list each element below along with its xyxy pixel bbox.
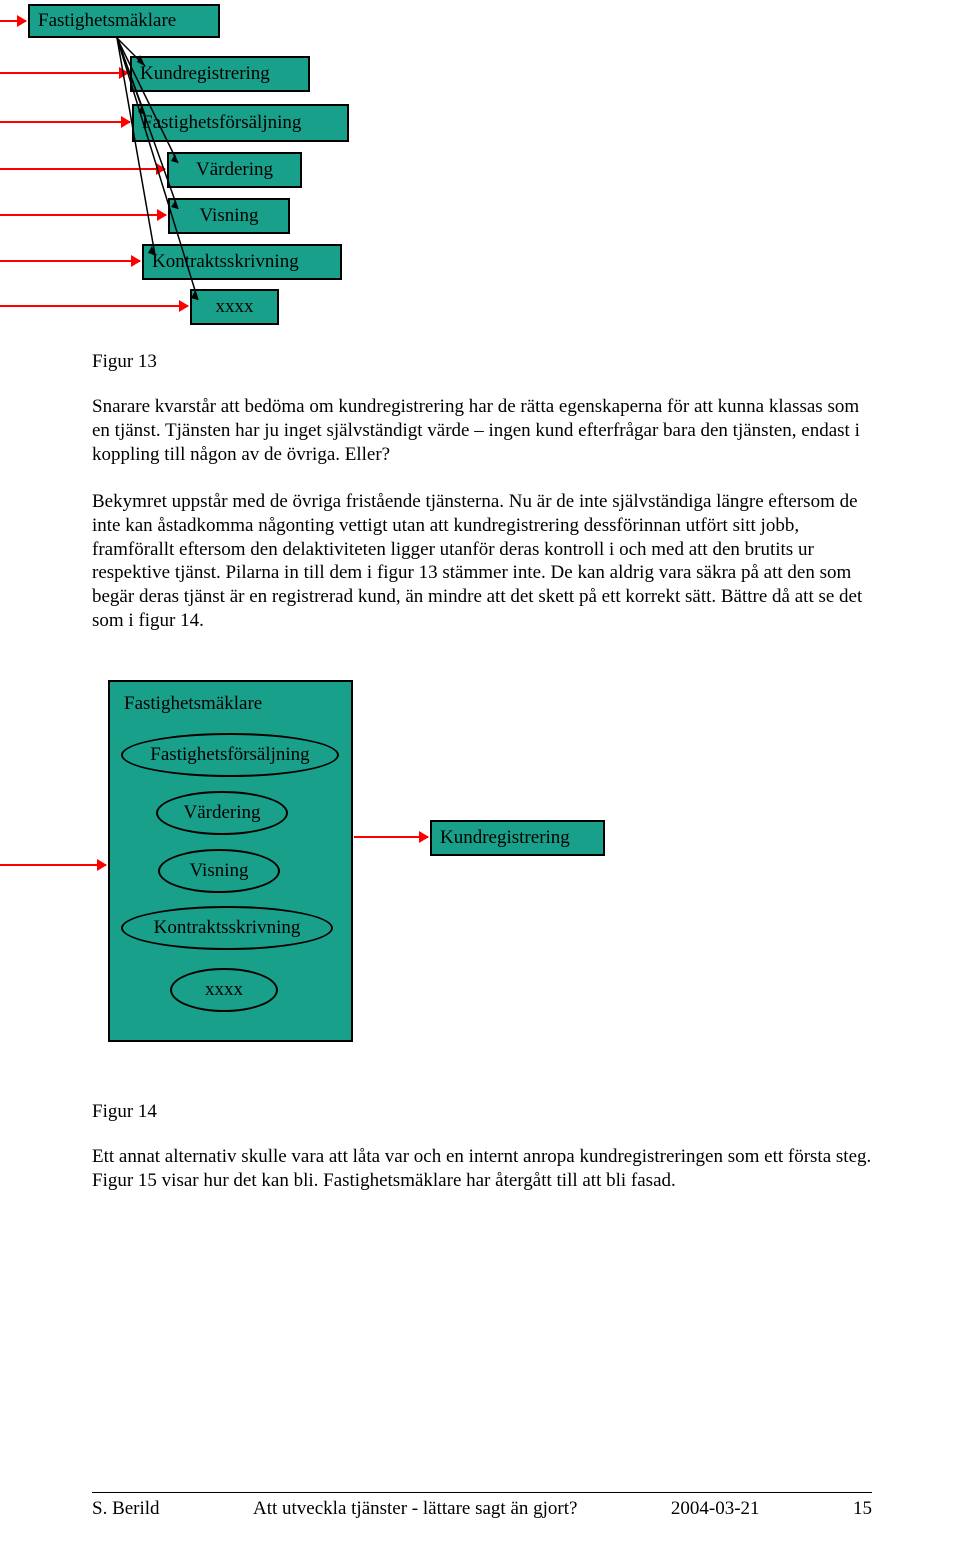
d1-child-1: Fastighetsförsäljning: [132, 104, 349, 142]
paragraph-1-text: Snarare kvarstår att bedöma om kundregis…: [92, 396, 860, 465]
paragraph-1: Snarare kvarstår att bedöma om kundregis…: [92, 395, 872, 466]
arrow-child-1-icon: [0, 121, 130, 123]
figure14-caption-text: Figur 14: [92, 1101, 157, 1122]
diagram-figure-14: Fastighetsmäklare Fastighetsförsäljning …: [0, 680, 700, 1050]
arrow-child-2-icon: [0, 168, 165, 170]
arrow-to-container-icon: [0, 864, 106, 866]
d1-root-box: Fastighetsmäklare: [28, 4, 220, 38]
arrow-child-3-icon: [0, 214, 166, 216]
d2-ellipse-0-label: Fastighetsförsäljning: [150, 743, 309, 767]
d2-ellipse-2-label: Visning: [189, 859, 248, 883]
arrow-child-4-icon: [0, 260, 140, 262]
diagram-figure-13: Fastighetsmäklare Kundregistrering Fasti…: [0, 0, 960, 320]
d1-child-0: Kundregistrering: [130, 56, 310, 92]
footer-page: 15: [853, 1497, 872, 1521]
d2-ellipse-0: Fastighetsförsäljning: [121, 733, 339, 777]
figure13-caption: Figur 13: [92, 350, 157, 374]
paragraph-3: Ett annat alternativ skulle vara att låt…: [92, 1145, 872, 1193]
paragraph-3-text: Ett annat alternativ skulle vara att låt…: [92, 1146, 871, 1191]
d1-child-4-label: Kontraktsskrivning: [152, 250, 299, 274]
d1-child-5-label: xxxx: [216, 295, 254, 319]
d2-ellipse-3-label: Kontraktsskrivning: [154, 916, 301, 940]
d1-child-2: Värdering: [167, 152, 302, 188]
arrow-to-sidebox-icon: [354, 836, 428, 838]
arrow-to-root-icon: [0, 20, 26, 22]
d1-root-label: Fastighetsmäklare: [38, 9, 176, 33]
d1-child-1-label: Fastighetsförsäljning: [142, 111, 301, 135]
footer-title: Att utveckla tjänster - lättare sagt än …: [253, 1497, 577, 1521]
d1-child-2-label: Värdering: [196, 158, 273, 182]
d2-ellipse-4: xxxx: [170, 968, 278, 1012]
d1-child-3-label: Visning: [199, 204, 258, 228]
paragraph-2: Bekymret uppstår med de övriga friståend…: [92, 490, 872, 633]
d2-ellipse-3: Kontraktsskrivning: [121, 906, 333, 950]
d2-ellipse-4-label: xxxx: [205, 978, 243, 1002]
d2-ellipse-1-label: Värdering: [183, 801, 260, 825]
d2-side-box-label: Kundregistrering: [440, 826, 570, 850]
page-footer: S. Berild Att utveckla tjänster - lättar…: [92, 1492, 872, 1521]
arrow-child-5-icon: [0, 305, 188, 307]
arrow-child-0-icon: [0, 72, 128, 74]
d2-ellipse-2: Visning: [158, 849, 280, 893]
figure14-caption: Figur 14: [92, 1100, 157, 1124]
d1-child-0-label: Kundregistrering: [140, 62, 270, 86]
d1-child-3: Visning: [168, 198, 290, 234]
footer-date: 2004-03-21: [671, 1497, 760, 1521]
d2-ellipse-1: Värdering: [156, 791, 288, 835]
figure13-caption-text: Figur 13: [92, 351, 157, 372]
footer-author: S. Berild: [92, 1497, 160, 1521]
d2-container-label: Fastighetsmäklare: [124, 692, 262, 716]
d1-child-4: Kontraktsskrivning: [142, 244, 342, 280]
d1-child-5: xxxx: [190, 289, 279, 325]
paragraph-2-text: Bekymret uppstår med de övriga friståend…: [92, 491, 862, 631]
d2-side-box: Kundregistrering: [430, 820, 605, 856]
